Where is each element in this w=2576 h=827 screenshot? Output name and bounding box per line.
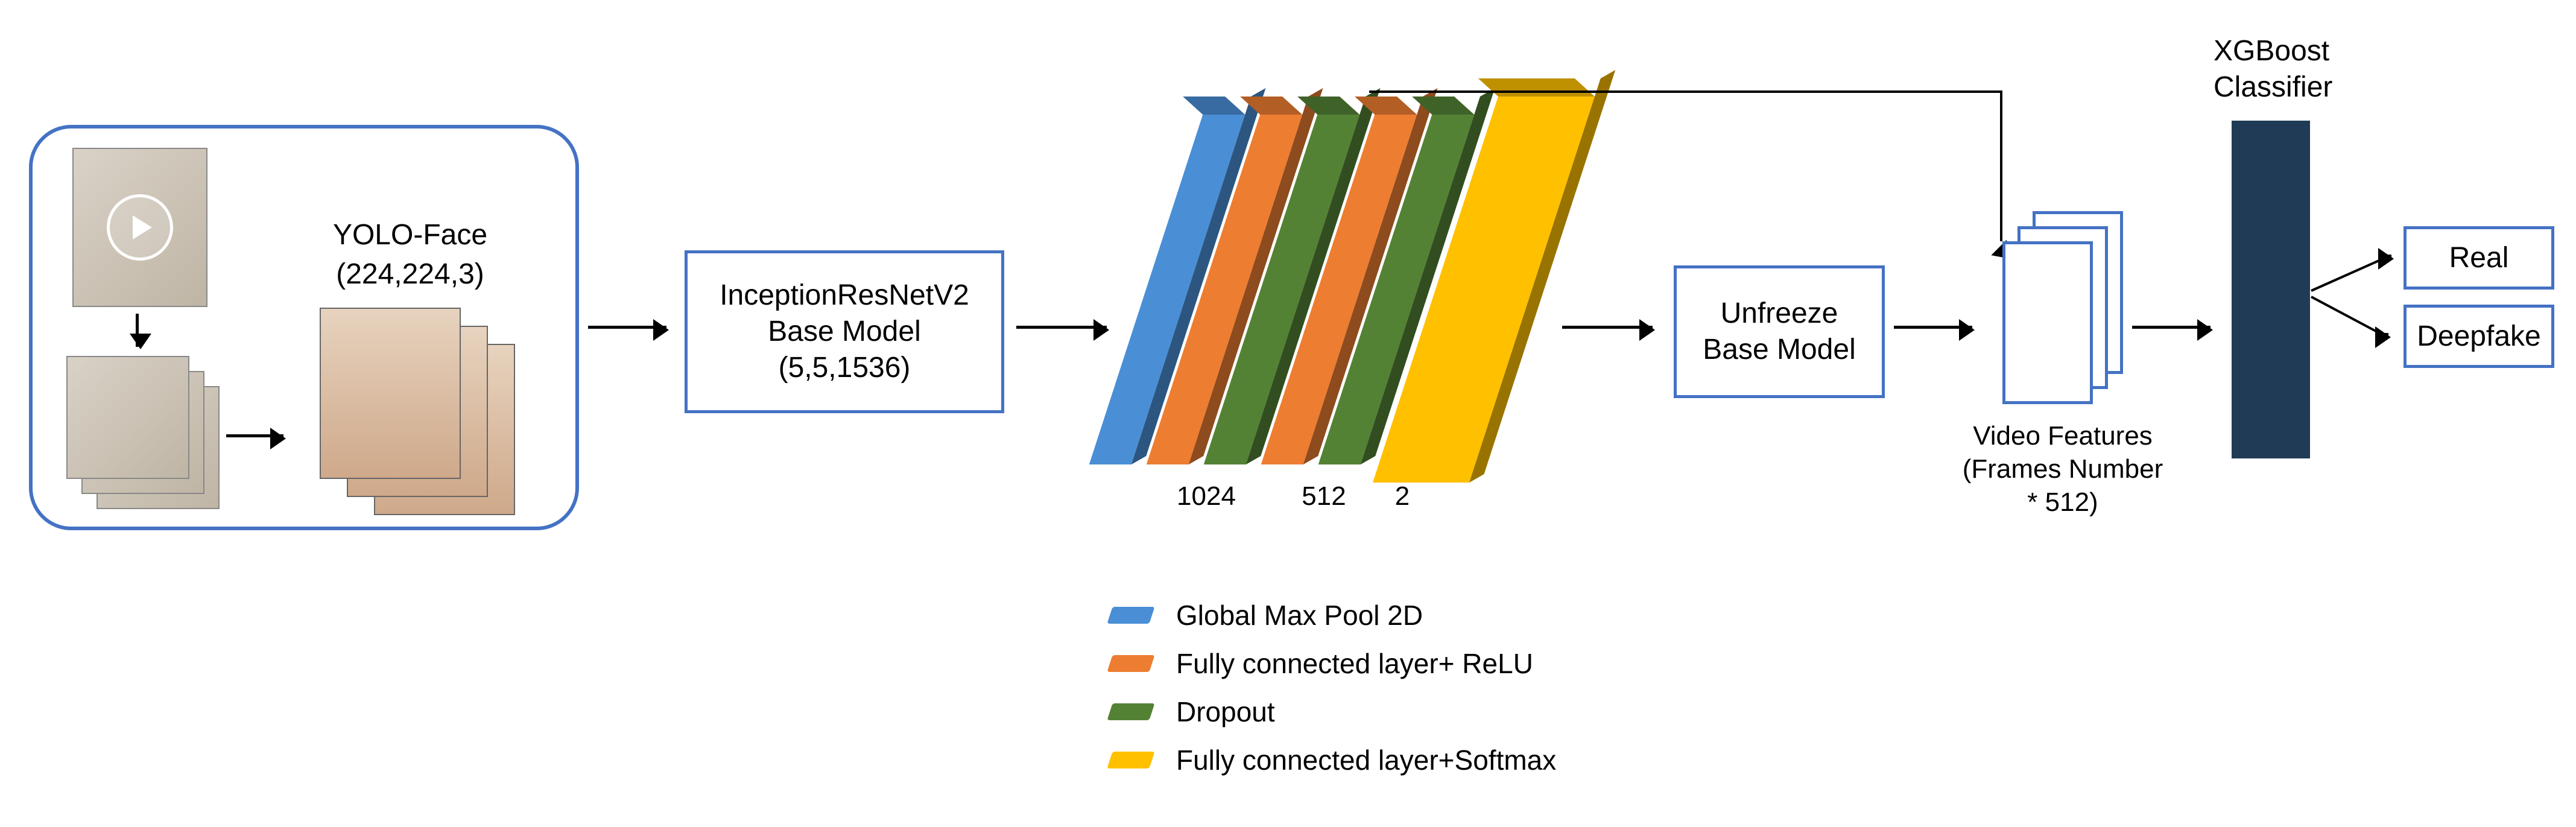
legend-fcrelu: Fully connected layer+ ReLU	[1110, 639, 1556, 688]
base-model-shape: (5,5,1536)	[779, 350, 911, 386]
base-model-subtitle: Base Model	[768, 314, 920, 350]
features-line2: (Frames Number	[1924, 452, 2201, 486]
legend-fcsoftmax: Fully connected layer+Softmax	[1110, 736, 1556, 784]
legend-swatch-yellow	[1107, 752, 1154, 768]
legend-dropout-label: Dropout	[1176, 696, 1275, 728]
output-deepfake-label: Deepfake	[2417, 318, 2540, 355]
output-deepfake: Deepfake	[2404, 305, 2554, 368]
yolo-shape: (224,224,3)	[296, 256, 525, 293]
split-arrow-down	[2376, 333, 2388, 336]
arrow-frames-to-faces	[226, 434, 283, 437]
legend-fcrelu-label: Fully connected layer+ ReLU	[1176, 647, 1533, 680]
frame-front	[66, 356, 189, 479]
features-card-front	[2002, 241, 2093, 404]
xgboost-block	[2232, 121, 2310, 458]
features-line1: Video Features	[1924, 419, 2201, 452]
xgb-title1: XGBoost	[2214, 33, 2394, 69]
legend-fcsoftmax-label: Fully connected layer+Softmax	[1176, 744, 1556, 776]
play-icon	[107, 194, 173, 261]
arrow-video-to-frames	[136, 314, 139, 347]
split-line-down	[2311, 296, 2381, 335]
dim-1024: 1024	[1164, 480, 1248, 513]
unfreeze-box: Unfreeze Base Model	[1674, 265, 1885, 398]
arrow-panel-to-basemodel	[588, 326, 666, 329]
arrow-features-to-xgb	[2132, 326, 2210, 329]
dim-2: 2	[1378, 480, 1426, 513]
unfreeze-line1: Unfreeze	[1721, 296, 1838, 332]
base-model-box: InceptionResNetV2 Base Model (5,5,1536)	[685, 250, 1004, 413]
yolo-title: YOLO-Face	[296, 217, 525, 253]
output-real: Real	[2404, 226, 2554, 290]
legend-dropout: Dropout	[1110, 688, 1556, 736]
legend-swatch-orange	[1107, 655, 1154, 672]
video-thumbnail	[72, 148, 207, 307]
legend-swatch-blue	[1107, 607, 1154, 624]
dim-512: 512	[1288, 480, 1360, 513]
xgb-title2: Classifier	[2214, 69, 2394, 106]
unfreeze-line2: Base Model	[1703, 332, 1855, 368]
split-line-up	[2311, 258, 2383, 292]
legend-gmp-label: Global Max Pool 2D	[1176, 599, 1423, 632]
arrow-basemodel-to-layers	[1016, 326, 1107, 329]
arrow-layers-to-unfreeze	[1562, 326, 1653, 329]
split-arrow-up	[2379, 255, 2391, 258]
arrow-unfreeze-to-features	[1894, 326, 1972, 329]
legend: Global Max Pool 2D Fully connected layer…	[1110, 591, 1556, 784]
legend-swatch-green	[1107, 703, 1154, 720]
face-front	[320, 308, 461, 479]
output-real-label: Real	[2449, 240, 2509, 276]
architecture-diagram: YOLO-Face (224,224,3) InceptionResNetV2 …	[0, 0, 2576, 827]
features-line3: * 512)	[1924, 486, 2201, 519]
base-model-name: InceptionResNetV2	[720, 277, 969, 314]
legend-gmp: Global Max Pool 2D	[1110, 591, 1556, 639]
tap-line-vertical	[2000, 90, 2002, 241]
tap-line-horizontal	[1369, 90, 2002, 93]
